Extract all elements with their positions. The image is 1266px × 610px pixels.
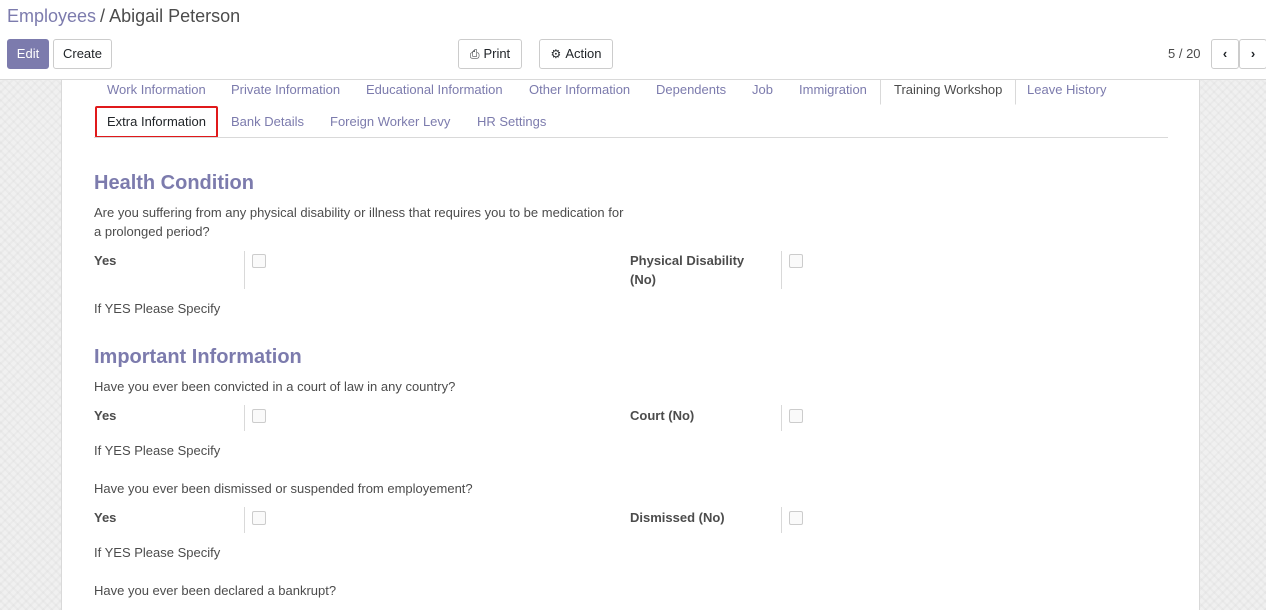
edit-button[interactable]: Edit <box>7 39 49 69</box>
breadcrumb-current: Abigail Peterson <box>109 6 241 26</box>
tab-work-information[interactable]: Work Information <box>94 80 219 106</box>
court-yes-checkbox[interactable] <box>252 409 266 423</box>
dismiss-yes-checkbox[interactable] <box>252 511 266 525</box>
control-panel: Employees / Abigail Peterson Edit Create ⎙… <box>0 0 1266 80</box>
tab-immigration[interactable]: Immigration <box>786 80 880 106</box>
court-question: Have you ever been convicted in a court … <box>94 379 456 394</box>
court-no-checkbox[interactable] <box>789 409 803 423</box>
print-label: Print <box>483 46 511 61</box>
tab-private-information[interactable]: Private Information <box>218 80 353 106</box>
field-separator <box>244 405 245 431</box>
bankrupt-question: Have you ever been declared a bankrupt? <box>94 583 337 598</box>
field-separator <box>781 251 782 289</box>
dismissed-no-checkbox[interactable] <box>789 511 803 525</box>
tab-educational-information[interactable]: Educational Information <box>353 80 516 106</box>
field-separator <box>244 251 245 289</box>
action-label: Action <box>565 46 602 61</box>
dismiss-question: Have you ever been dismissed or suspende… <box>94 481 473 496</box>
physical-disability-no-checkbox[interactable] <box>789 254 803 268</box>
health-question: Are you suffering from any physical disa… <box>94 205 624 239</box>
health-yes-checkbox[interactable] <box>252 254 266 268</box>
health-yes-label: Yes <box>94 253 117 268</box>
tab-foreign-worker-levy[interactable]: Foreign Worker Levy <box>317 112 463 138</box>
create-button[interactable]: Create <box>53 39 112 69</box>
tab-job[interactable]: Job <box>739 80 786 106</box>
court-no-label: Court (No) <box>630 408 695 423</box>
important-information-title: Important Information <box>94 346 302 368</box>
pager-next-button[interactable]: › <box>1239 39 1266 69</box>
court-specify-label: If YES Please Specify <box>94 443 221 458</box>
health-condition-title: Health Condition <box>94 172 254 194</box>
health-specify-label: If YES Please Specify <box>94 301 221 316</box>
printer-icon: ⎙ <box>469 47 480 61</box>
field-separator <box>781 507 782 533</box>
pager-value: 5 / 20 <box>1168 46 1201 61</box>
action-button[interactable]: ⚙ Action <box>539 39 613 69</box>
breadcrumb-employees-link[interactable]: Employees <box>7 6 96 26</box>
chevron-left-icon: ‹ <box>1222 46 1228 61</box>
tab-extra-information[interactable]: Extra Information <box>95 106 218 138</box>
breadcrumb: Employees / Abigail Peterson <box>7 6 240 27</box>
physical-disability-no-label: Physical Disability (No) <box>630 253 745 287</box>
chevron-right-icon: › <box>1250 46 1256 61</box>
tab-bank-details[interactable]: Bank Details <box>218 112 317 138</box>
field-separator <box>781 405 782 431</box>
dismissed-no-label: Dismissed (No) <box>630 510 725 525</box>
dismiss-specify-label: If YES Please Specify <box>94 545 221 560</box>
tab-dependents[interactable]: Dependents <box>643 80 739 106</box>
breadcrumb-separator: / <box>100 6 106 26</box>
tabs-divider <box>94 137 1168 138</box>
field-separator <box>244 507 245 533</box>
print-button[interactable]: ⎙ Print <box>458 39 522 69</box>
tab-other-information[interactable]: Other Information <box>516 80 643 106</box>
tab-hr-settings[interactable]: HR Settings <box>464 112 559 138</box>
form-sheet <box>61 80 1200 610</box>
pager-previous-button[interactable]: ‹ <box>1211 39 1239 69</box>
gear-icon: ⚙ <box>550 47 562 61</box>
dismiss-yes-label: Yes <box>94 510 117 525</box>
court-yes-label: Yes <box>94 408 117 423</box>
tab-training-workshop[interactable]: Training Workshop <box>880 79 1017 105</box>
tab-leave-history[interactable]: Leave History <box>1014 80 1119 106</box>
